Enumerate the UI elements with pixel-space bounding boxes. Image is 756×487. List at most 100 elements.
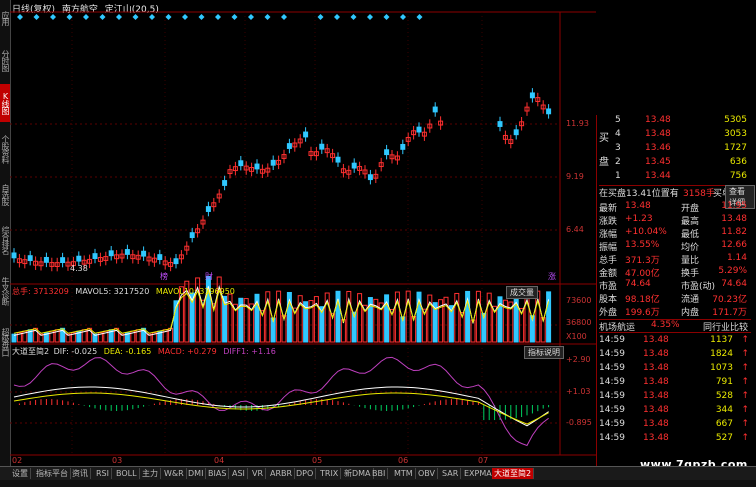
indicator-tab[interactable]: MTM (392, 468, 416, 479)
tab-stock-info[interactable]: 个股资料 (0, 126, 10, 172)
signal-diamond-icon (149, 14, 155, 20)
volume-tick: 73600 (566, 296, 592, 305)
kline-chart[interactable] (10, 0, 596, 466)
ask-price: 13.48 (645, 115, 671, 125)
tick-volume: 791 (715, 377, 733, 387)
quote-row: 最新 13.48 开盘 11.95 (599, 201, 751, 214)
volume-mode-dropdown[interactable]: 成交量 (506, 286, 538, 299)
month-label: 02 (12, 456, 23, 465)
quote-label: 开盘 (681, 204, 700, 214)
indicator-tab[interactable]: TRIX (318, 468, 342, 479)
ask-level: 2 (615, 157, 621, 167)
indicator-tab[interactable]: EXPMA (462, 468, 495, 479)
month-label: 05 (312, 456, 323, 465)
quote-label: 股本 (599, 295, 618, 305)
indicator-tab[interactable]: BBI (370, 468, 389, 479)
indicator-tab[interactable]: 指标平台 (34, 468, 71, 479)
quote-value: 13.48 (625, 201, 651, 211)
signal-diamond-icon (248, 14, 254, 20)
diff1-value: DIFF1: +1.16 (223, 347, 276, 356)
indicator-tab[interactable]: 设置 (10, 468, 31, 479)
tab-ranking[interactable]: 综合排名 (0, 216, 10, 264)
indicator-tab[interactable]: ASI (230, 468, 248, 479)
signal-diamond-icon (116, 14, 122, 20)
signal-markers (17, 14, 423, 20)
sector-change: 4.35% (651, 320, 680, 330)
quote-value: 199.6万 (625, 308, 660, 318)
sector-name[interactable]: 机场航运 (599, 320, 635, 333)
signal-diamond-icon (400, 14, 406, 20)
signal-diamond-icon (383, 14, 390, 20)
indicator-tab[interactable]: BIAS (206, 468, 230, 479)
quote-label: 金额 (599, 269, 618, 279)
bid-qty: 3158手 (683, 189, 715, 199)
indicator-tab[interactable]: 新DMA (342, 468, 374, 479)
up-arrow-icon: ↑ (741, 363, 749, 373)
tick-row: 14:59 13.48 344 ↑ (599, 405, 751, 417)
candle-body (124, 249, 130, 255)
tab-order-book[interactable]: 超级盘口 (0, 318, 10, 366)
indicator-tab[interactable]: BOLL (114, 468, 140, 479)
tick-row: 14:59 13.48 1824 ↑ (599, 349, 751, 361)
quote-label: 流通 (681, 295, 700, 305)
candle-body (303, 131, 309, 138)
tick-row: 14:59 13.48 1073 ↑ (599, 363, 751, 375)
indicator-tab[interactable]: ARBR (268, 468, 296, 479)
tick-row: 14:59 13.48 667 ↑ (599, 419, 751, 431)
event-mark[interactable]: 榜 (160, 271, 168, 282)
signal-diamond-icon (416, 14, 423, 20)
ask-level: 1 (615, 171, 621, 181)
quote-label: 涨幅 (599, 230, 618, 240)
indicator-tab-bar: 设置 指标平台 资讯 RSI BOLL 主力 W&R DMI BIAS ASI VR ARBR DPO T… (0, 466, 756, 480)
ask-volume: 3053 (724, 129, 747, 139)
quote-label: 振幅 (599, 243, 618, 253)
signal-diamond-icon (317, 14, 324, 20)
signal-diamond-icon (350, 14, 357, 20)
tick-row: 14:59 13.48 527 ↑ (599, 433, 751, 445)
quote-value: +10.04% (625, 227, 667, 237)
quote-row: 股本 98.18亿 流通 70.23亿 (599, 292, 751, 305)
quote-value: 171.7万 (712, 308, 747, 318)
indicator-help-button[interactable]: 指标说明 (524, 346, 564, 359)
candle-body (270, 159, 276, 166)
indicator-tab[interactable]: RSI (94, 468, 112, 479)
indicator-tab[interactable]: W&R (162, 468, 187, 479)
event-mark[interactable]: 财 (205, 271, 213, 282)
quote-row: 市盈 74.64 市盈(动) 74.64 (599, 279, 751, 292)
up-arrow-icon: ↑ (741, 419, 749, 429)
indicator-tab[interactable]: SAR (440, 468, 462, 479)
tab-kline[interactable]: K线图 (0, 84, 10, 122)
ask-price: 13.48 (645, 129, 671, 139)
price-tick: 9.19 (566, 172, 584, 181)
macd-title[interactable]: 大道至简2 (12, 347, 49, 356)
indicator-tab[interactable]: 主力 (140, 468, 161, 479)
tab-diagnosis[interactable]: 牛叉诊断 (0, 268, 10, 314)
signal-diamond-icon (231, 14, 238, 20)
quote-value: 5.29% (718, 266, 747, 276)
side-label: 盘 (599, 157, 609, 168)
ask-volume: 1727 (724, 143, 747, 153)
candle-body (108, 250, 114, 257)
indicator-tab[interactable]: VR (250, 468, 267, 479)
industry-compare-link[interactable]: 同行业比较 (703, 320, 748, 333)
quote-label: 最高 (681, 217, 700, 227)
tab-apps[interactable]: 应用 (0, 0, 10, 36)
bid-info: 在买盘13.41位置有 (599, 189, 679, 199)
quote-label: 内盘 (681, 308, 700, 318)
candle-body (529, 92, 535, 99)
indicator-tab[interactable]: OBV (416, 468, 439, 479)
side-label: 买 (599, 133, 609, 144)
tab-watchlist[interactable]: 自选股 (0, 176, 10, 212)
tab-intraday[interactable]: 分时图 (0, 40, 10, 80)
indicator-tab[interactable]: 大道至简2 (492, 468, 535, 479)
indicator-tab[interactable]: DMI (186, 468, 207, 479)
signal-diamond-icon (198, 14, 205, 20)
indicator-tab[interactable]: 资讯 (70, 468, 91, 479)
quote-row: 振幅 13.55% 均价 12.66 (599, 240, 751, 253)
dea-line (13, 392, 549, 425)
indicator-tab[interactable]: DPO (294, 468, 317, 479)
tick-price: 13.48 (643, 405, 669, 415)
quote-label: 总手 (599, 256, 618, 266)
event-mark[interactable]: 涨 (548, 271, 556, 282)
candle-body (43, 256, 49, 263)
